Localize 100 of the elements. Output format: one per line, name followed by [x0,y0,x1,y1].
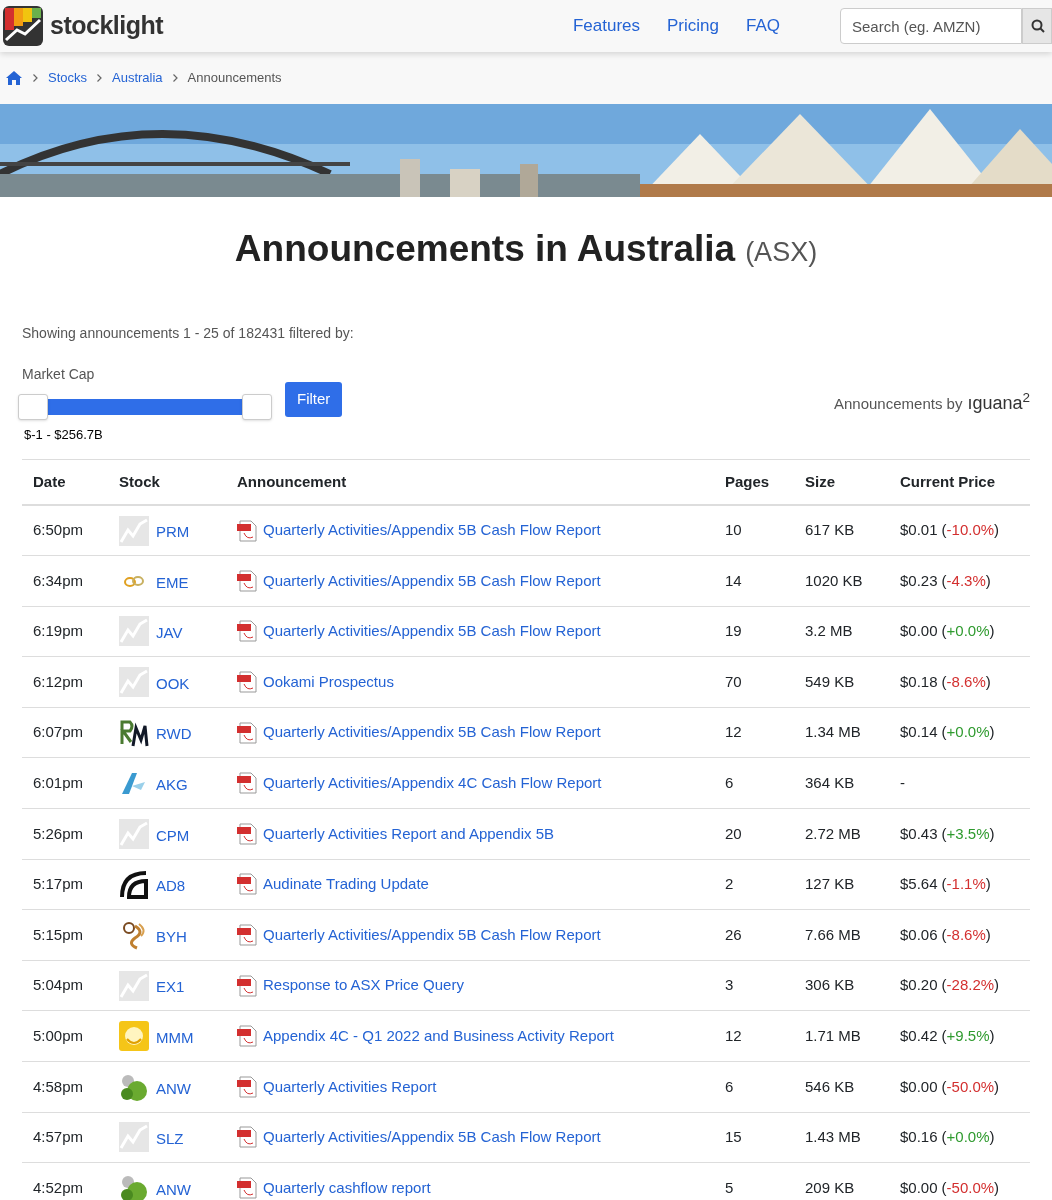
announcement-link[interactable]: Quarterly Activities Report [263,1075,437,1099]
brand-logo-icon [3,6,43,46]
exchange-label: (ASX) [745,237,818,267]
bracket: ) [994,976,1000,994]
column-header: Announcement [226,459,714,505]
pages-cell: 3 [714,960,794,1011]
date-cell: 5:26pm [22,808,108,860]
stock-link[interactable]: AKG [156,774,188,797]
size-cell: 1.43 MB [794,1112,889,1163]
bracket: ) [989,1027,995,1044]
chevron-right-icon [172,74,178,82]
size-cell: 1.34 MB [794,707,889,758]
nav-link[interactable]: Features [572,13,640,39]
chevron-right-icon [97,74,102,82]
announcement-link[interactable]: Quarterly Activities/Appendix 5B Cash Flow Report [263,569,601,593]
page-title: Announcements in Australia [234,228,736,269]
price-change: -4.3% [946,571,986,589]
chart-placeholder-icon [119,515,149,546]
bracket: ) [994,1077,1000,1095]
stock-link[interactable]: JAV [156,622,183,645]
pdf-icon [237,1025,257,1048]
slider-handle[interactable] [242,394,272,420]
size-cell: 127 KB [794,859,889,910]
stock-link[interactable]: MMM [156,1027,194,1050]
breadcrumb-link[interactable]: Stocks [48,68,87,88]
date-cell: 5:00pm [22,1010,108,1062]
pdf-icon [237,873,257,896]
announcement-link[interactable]: Ookami Prospectus [263,670,394,694]
announcement-link[interactable]: Quarterly Activities/Appendix 5B Cash Flow Report [263,923,601,947]
announcement-link[interactable]: Quarterly Activities/Appendix 5B Cash Flow Report [263,1126,601,1149]
column-header: Size [794,459,889,505]
pdf-icon [237,1126,257,1149]
pages-cell: 12 [714,1010,794,1062]
date-cell: 4:58pm [22,1061,108,1113]
search-button[interactable] [1022,8,1052,44]
stock-link[interactable]: RWD [156,723,192,746]
search-icon [1031,19,1045,33]
stock-link[interactable]: AD8 [156,875,186,898]
search-field[interactable]: Search (eg. AMZN) [840,8,1022,44]
date-cell: 5:15pm [22,909,108,961]
announcement-link[interactable]: Audinate Trading Update [263,873,429,896]
stock-link[interactable]: OOK [156,672,190,696]
size-cell: 549 KB [794,656,889,708]
price-value: $0.42 [900,1027,938,1044]
price-change: +3.5% [946,824,990,842]
stock-link[interactable]: BYH [156,925,187,949]
announcement-link[interactable]: Quarterly cashflow report [263,1176,431,1200]
bracket: ( [941,824,947,842]
price-change: -10.0% [946,521,995,539]
price-change: -8.6% [946,925,986,943]
breadcrumb-link[interactable]: Australia [112,68,163,88]
stock-link[interactable]: SLZ [156,1128,184,1151]
stock-link[interactable]: ANW [156,1077,191,1101]
size-cell: 546 KB [794,1061,889,1113]
bracket: ) [985,571,991,589]
pdf-icon [237,569,257,592]
slider-handle[interactable] [18,394,48,420]
chart-placeholder-icon [119,818,149,849]
price-change: -8.6% [946,672,986,690]
announcement-link[interactable]: Appendix 4C - Q1 2022 and Business Activity Report [263,1025,615,1048]
bracket: ( [941,976,947,994]
pages-cell: 15 [714,1112,794,1163]
stock-link[interactable]: PRM [156,521,190,544]
price-value: $0.14 [900,723,938,741]
results-summary: Showing announcements 1 - 25 of 182431 filtered by: [22,324,355,343]
announcement-link[interactable]: Quarterly Activities/Appendix 4C Cash Flow Report [263,772,602,795]
price-value: $5.64 [900,875,938,893]
date-cell: 6:19pm [22,606,108,657]
date-cell: 4:52pm [22,1162,108,1200]
home-icon[interactable] [5,70,23,86]
price-change: -50.0% [946,1077,995,1095]
price-change: +0.0% [946,1128,990,1146]
pages-cell: 26 [714,909,794,961]
announcement-link[interactable]: Quarterly Activities/Appendix 5B Cash Flow Report [263,721,601,744]
bracket: ) [985,672,991,690]
stock-link[interactable]: EME [156,571,189,595]
stock-link[interactable]: CPM [156,824,190,848]
size-cell: 364 KB [794,757,889,809]
filter-button[interactable]: Filter [285,382,343,417]
column-header: Current Price [889,459,1030,505]
pages-cell: 6 [714,757,794,809]
size-cell: 7.66 MB [794,909,889,961]
nav-link[interactable]: FAQ [746,13,780,39]
pages-cell: 19 [714,606,794,657]
announcement-link[interactable]: Quarterly Activities Report and Appendix 5B [263,822,554,846]
bracket: ) [989,824,995,842]
size-cell: 1.71 MB [794,1010,889,1062]
announcement-link[interactable]: Response to ASX Price Query [263,974,464,997]
stock-link[interactable]: ANW [156,1178,191,1200]
nav-link[interactable]: Pricing [667,13,719,39]
brand-name[interactable]: stocklight [50,7,164,45]
announcement-link[interactable]: Quarterly Activities/Appendix 5B Cash Flow Report [263,519,601,542]
stock-link[interactable]: EX1 [156,976,185,999]
bracket: ) [985,925,991,943]
bracket: ( [941,875,947,893]
price-value: $0.00 [900,1178,938,1196]
pdf-icon [237,772,257,795]
announcement-link[interactable]: Quarterly Activities/Appendix 5B Cash Flow Report [263,620,601,643]
bracket: ) [989,622,995,640]
price-value: $0.20 [900,976,938,994]
